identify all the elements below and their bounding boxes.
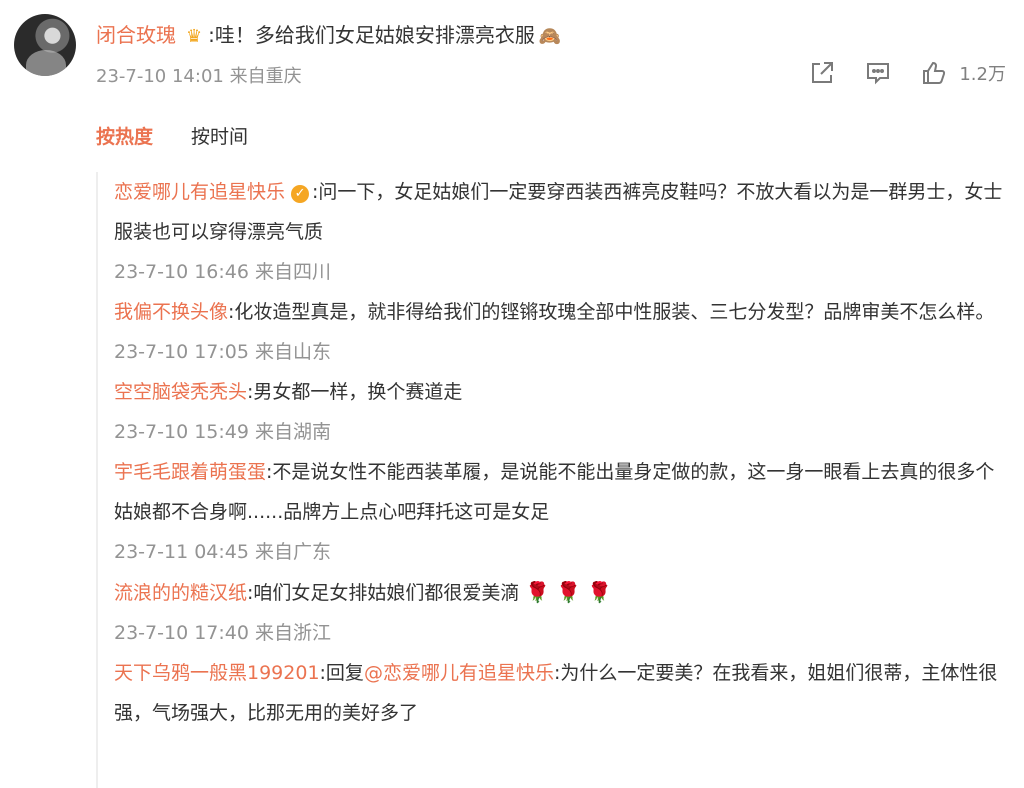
reply-body: 宇毛毛跟着萌蛋蛋:不是说女性不能西装革履，是说能不能出量身定做的款，这一身一眼看…: [114, 452, 1009, 532]
crown-icon: ♛: [186, 26, 203, 47]
reply-location: 来自广东: [255, 541, 332, 563]
rose-icon: 🌹: [587, 580, 613, 604]
reply-text: :化妆造型真是，就非得给我们的铿锵玫瑰全部中性服装、三七分发型？品牌审美不怎么样…: [228, 301, 995, 323]
reply-time: 23-7-10 15:49: [114, 421, 249, 443]
verified-badge-icon: ✓: [291, 185, 310, 203]
reply-username[interactable]: 空空脑袋秃秃头: [114, 381, 247, 403]
reply-username[interactable]: 天下乌鸦一般黑199201: [114, 662, 320, 684]
reply-meta: 23-7-10 16:46 来自四川: [114, 252, 1018, 292]
reply-item: 空空脑袋秃秃头:男女都一样，换个赛道走 23-7-10 15:49 来自湖南: [114, 372, 1018, 452]
main-comment: 闭合玫瑰 ♛:哇！多给我们女足姑娘安排漂亮衣服 🙈: [96, 18, 561, 54]
avatar[interactable]: [14, 14, 76, 76]
reply-meta: 23-7-10 17:40 来自浙江: [114, 613, 1018, 653]
reply-mention-link[interactable]: @恋爱哪儿有追星快乐: [364, 662, 554, 684]
like-button[interactable]: 1.2万: [921, 60, 1006, 86]
sort-tabs: 按热度 按时间: [96, 122, 248, 152]
reply-username[interactable]: 流浪的的糙汉纸: [114, 582, 247, 604]
reply-meta: 23-7-10 15:49 来自湖南: [114, 412, 1018, 452]
rose-icon: 🌹: [525, 580, 551, 604]
reply-time: 23-7-11 04:45: [114, 541, 249, 563]
reply-body: 天下乌鸦一般黑199201:回复@恋爱哪儿有追星快乐:为什么一定要美？在我看来，…: [114, 653, 1009, 733]
comment-username[interactable]: 闭合玫瑰: [96, 23, 176, 47]
reply-body: 流浪的的糙汉纸:咱们女足女排姑娘们都很爱美滴 🌹 🌹 🌹: [114, 572, 1009, 613]
reply-location: 来自浙江: [255, 622, 332, 644]
reply-time: 23-7-10 17:05: [114, 341, 249, 363]
reply-location: 来自山东: [255, 341, 332, 363]
tab-sort-hot[interactable]: 按热度: [96, 122, 153, 152]
reply-location: 来自四川: [255, 261, 332, 283]
reply-prefix: :回复: [319, 662, 364, 684]
reply-item: 我偏不换头像:化妆造型真是，就非得给我们的铿锵玫瑰全部中性服装、三七分发型？品牌…: [114, 292, 1018, 372]
reply-body: 我偏不换头像:化妆造型真是，就非得给我们的铿锵玫瑰全部中性服装、三七分发型？品牌…: [114, 292, 1009, 332]
reply-item: 宇毛毛跟着萌蛋蛋:不是说女性不能西装革履，是说能不能出量身定做的款，这一身一眼看…: [114, 452, 1018, 572]
share-icon[interactable]: [809, 60, 835, 86]
tab-sort-time[interactable]: 按时间: [191, 122, 248, 152]
reply-username[interactable]: 恋爱哪儿有追星快乐: [114, 181, 285, 203]
reply-text: :男女都一样，换个赛道走: [247, 381, 463, 403]
thumbs-up-icon: [923, 61, 946, 84]
reply-item: 流浪的的糙汉纸:咱们女足女排姑娘们都很爱美滴 🌹 🌹 🌹 23-7-10 17:40 …: [114, 572, 1018, 653]
comment-meta: 23-7-10 14:01 来自重庆: [96, 62, 302, 92]
comment-location: 来自重庆: [229, 66, 302, 87]
reply-list: 恋爱哪儿有追星快乐 ✓:问一下，女足姑娘们一定要穿西装西裤亮皮鞋吗？不放大看以为是…: [96, 172, 1018, 788]
reply-location: 来自湖南: [255, 421, 332, 443]
reply-time: 23-7-10 16:46: [114, 261, 249, 283]
reply-item: 恋爱哪儿有追星快乐 ✓:问一下，女足姑娘们一定要穿西装西裤亮皮鞋吗？不放大看以为是…: [114, 172, 1018, 292]
monkey-emoji-icon: 🙈: [538, 26, 562, 47]
comment-text: :哇！多给我们女足姑娘安排漂亮衣服: [208, 23, 535, 47]
like-count: 1.2万: [959, 64, 1006, 85]
comment-icon[interactable]: [865, 60, 891, 86]
reply-time: 23-7-10 17:40: [114, 622, 249, 644]
reply-meta: 23-7-10 17:05 来自山东: [114, 332, 1018, 372]
comment-actions: 1.2万: [809, 60, 1006, 86]
comment-time: 23-7-10 14:01: [96, 66, 224, 87]
reply-body: 恋爱哪儿有追星快乐 ✓:问一下，女足姑娘们一定要穿西装西裤亮皮鞋吗？不放大看以为是…: [114, 172, 1009, 252]
reply-meta: 23-7-11 04:45 来自广东: [114, 532, 1018, 572]
reply-item: 天下乌鸦一般黑199201:回复@恋爱哪儿有追星快乐:为什么一定要美？在我看来，…: [114, 653, 1018, 733]
reply-text: :咱们女足女排姑娘们都很爱美滴: [247, 582, 520, 604]
reply-username[interactable]: 我偏不换头像: [114, 301, 228, 323]
reply-body: 空空脑袋秃秃头:男女都一样，换个赛道走: [114, 372, 1009, 412]
rose-icon: 🌹: [556, 580, 582, 604]
reply-username[interactable]: 宇毛毛跟着萌蛋蛋: [114, 461, 266, 483]
